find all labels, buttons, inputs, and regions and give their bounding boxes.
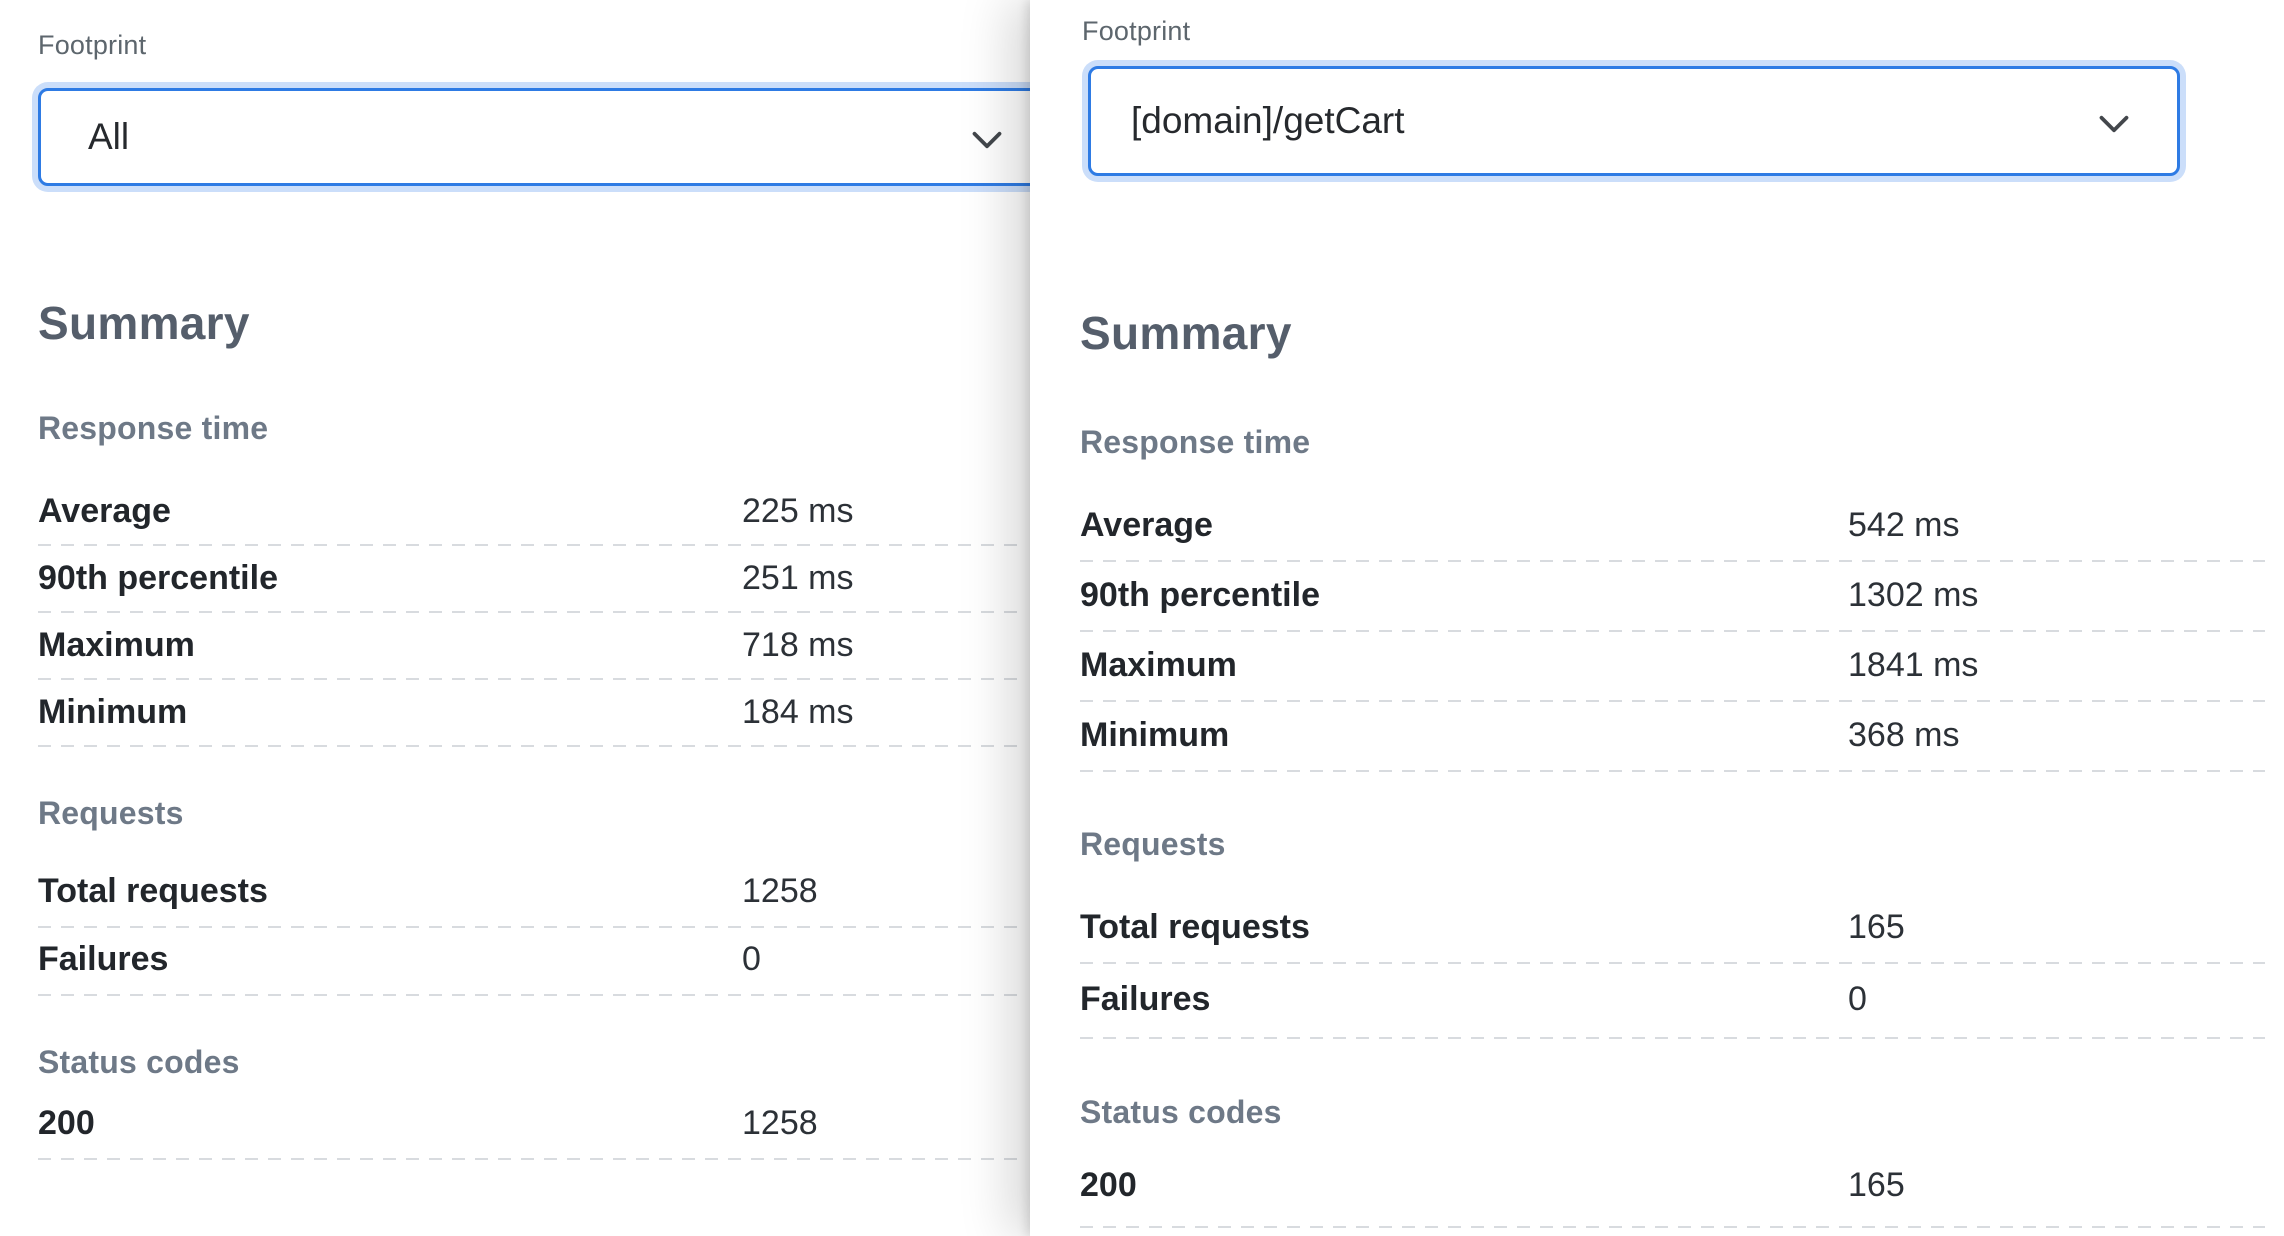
stat-label: 200 xyxy=(1080,1166,1137,1205)
stat-value: 0 xyxy=(1848,980,1867,1019)
stat-value: 165 xyxy=(1848,908,1905,947)
stat-row-maximum: Maximum 718 ms xyxy=(38,626,1023,672)
row-divider xyxy=(1080,560,2265,562)
stat-row-total-requests: Total requests 165 xyxy=(1080,908,2265,954)
group-title-requests: Requests xyxy=(1080,826,1226,863)
stat-value: 368 ms xyxy=(1848,716,1960,755)
stat-label: Failures xyxy=(1080,980,1210,1019)
chevron-down-icon xyxy=(2099,115,2129,133)
group-title-response-time: Response time xyxy=(38,410,268,447)
stat-value: 251 ms xyxy=(742,559,854,598)
chevron-down-icon xyxy=(972,131,1002,149)
summary-panel-getcart: Footprint [domain]/getCart Summary Respo… xyxy=(1030,0,2284,1236)
footprint-select[interactable]: [domain]/getCart xyxy=(1088,66,2180,176)
row-divider xyxy=(38,544,1023,546)
stat-label: 90th percentile xyxy=(1080,576,1320,615)
stat-row-90th-percentile: 90th percentile 251 ms xyxy=(38,559,1023,605)
row-divider xyxy=(1080,700,2265,702)
group-title-status-codes: Status codes xyxy=(1080,1094,1282,1131)
row-divider xyxy=(38,1158,1023,1160)
stat-label: Total requests xyxy=(1080,908,1310,947)
footprint-select[interactable]: All xyxy=(38,88,1123,186)
stat-value: 1302 ms xyxy=(1848,576,1978,615)
stat-label: 200 xyxy=(38,1104,95,1143)
row-divider xyxy=(38,745,1023,747)
stat-label: Total requests xyxy=(38,872,268,911)
stat-row-average: Average 225 ms xyxy=(38,492,1023,538)
row-divider xyxy=(1080,630,2265,632)
stat-label: Average xyxy=(1080,506,1213,545)
stat-row-status-200: 200 1258 xyxy=(38,1104,1023,1150)
stat-label: Maximum xyxy=(1080,646,1237,685)
row-divider xyxy=(38,926,1023,928)
summary-panel-all: Footprint All Summary Response time Aver… xyxy=(0,0,1123,1236)
row-divider xyxy=(38,678,1023,680)
row-divider xyxy=(1080,962,2265,964)
stat-value: 1258 xyxy=(742,1104,818,1143)
row-divider xyxy=(1080,1037,2265,1039)
row-divider xyxy=(1080,1226,2265,1228)
stat-row-maximum: Maximum 1841 ms xyxy=(1080,646,2265,692)
stat-row-average: Average 542 ms xyxy=(1080,506,2265,552)
footprint-selected-value: [domain]/getCart xyxy=(1131,100,1405,142)
stat-label: Minimum xyxy=(38,693,187,732)
stat-row-status-200: 200 165 xyxy=(1080,1166,2265,1212)
row-divider xyxy=(1080,770,2265,772)
stat-value: 542 ms xyxy=(1848,506,1960,545)
stat-value: 184 ms xyxy=(742,693,854,732)
footprint-label: Footprint xyxy=(1082,16,1190,47)
stat-label: 90th percentile xyxy=(38,559,278,598)
summary-heading: Summary xyxy=(1080,306,1292,360)
group-title-status-codes: Status codes xyxy=(38,1044,240,1081)
stat-row-minimum: Minimum 184 ms xyxy=(38,693,1023,739)
footprint-selected-value: All xyxy=(88,116,129,158)
stat-label: Failures xyxy=(38,940,168,979)
footprint-label: Footprint xyxy=(38,30,146,61)
stat-value: 718 ms xyxy=(742,626,854,665)
stat-label: Maximum xyxy=(38,626,195,665)
summary-heading: Summary xyxy=(38,296,250,350)
group-title-response-time: Response time xyxy=(1080,424,1310,461)
row-divider xyxy=(38,611,1023,613)
stat-value: 0 xyxy=(742,940,761,979)
stat-row-90th-percentile: 90th percentile 1302 ms xyxy=(1080,576,2265,622)
group-title-requests: Requests xyxy=(38,795,184,832)
row-divider xyxy=(38,994,1023,996)
stat-value: 165 xyxy=(1848,1166,1905,1205)
stat-value: 1258 xyxy=(742,872,818,911)
stat-value: 1841 ms xyxy=(1848,646,1978,685)
stat-label: Minimum xyxy=(1080,716,1229,755)
stat-row-failures: Failures 0 xyxy=(1080,980,2265,1026)
stat-row-failures: Failures 0 xyxy=(38,940,1023,986)
stat-row-minimum: Minimum 368 ms xyxy=(1080,716,2265,762)
stat-label: Average xyxy=(38,492,171,531)
stat-value: 225 ms xyxy=(742,492,854,531)
stat-row-total-requests: Total requests 1258 xyxy=(38,872,1023,918)
